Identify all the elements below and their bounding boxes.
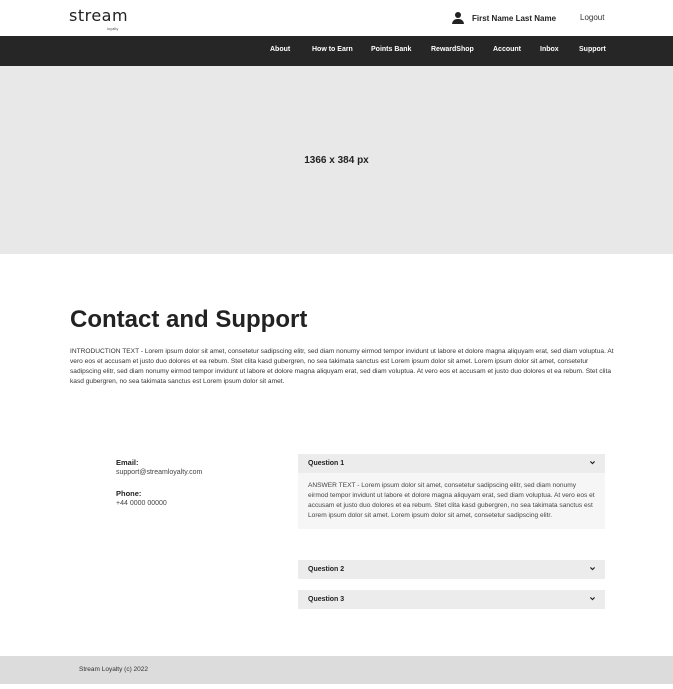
nav-support[interactable]: Support bbox=[579, 46, 606, 53]
contact-details: Email: support@streamloyalty.com Phone: … bbox=[116, 458, 202, 507]
footer: Stream Loyalty (c) 2022 bbox=[0, 656, 673, 684]
user-menu[interactable]: First Name Last Name bbox=[452, 12, 556, 24]
user-icon bbox=[452, 12, 464, 24]
faq-question-3: Question 3 bbox=[308, 596, 345, 603]
logo-tag: loyalty bbox=[107, 26, 119, 31]
user-name: First Name Last Name bbox=[472, 13, 557, 23]
faq-item-1: Question 1 ANSWER TEXT - Lorem ipsum dol… bbox=[298, 454, 605, 529]
faq-question-3-header[interactable]: Question 3 bbox=[298, 590, 605, 609]
nav-account[interactable]: Account bbox=[493, 46, 521, 53]
logo-word: stream bbox=[69, 6, 129, 25]
top-bar: stream loyalty First Name Last Name Logo… bbox=[0, 0, 673, 36]
nav-inbox[interactable]: Inbox bbox=[540, 46, 559, 53]
nav-rewardshop[interactable]: RewardShop bbox=[431, 46, 474, 53]
nav-about[interactable]: About bbox=[270, 46, 290, 53]
main-nav: About How to Earn Points Bank RewardShop… bbox=[0, 36, 673, 66]
phone-label: Phone: bbox=[116, 489, 142, 498]
nav-how-to-earn[interactable]: How to Earn bbox=[312, 46, 353, 53]
page: stream loyalty First Name Last Name Logo… bbox=[0, 0, 673, 689]
email-label: Email: bbox=[116, 458, 139, 467]
faq-question-2: Question 2 bbox=[308, 566, 345, 573]
faq-question-2-header[interactable]: Question 2 bbox=[298, 560, 605, 579]
phone-value[interactable]: +44 0000 00000 bbox=[116, 500, 202, 507]
chevron-down-icon bbox=[590, 461, 595, 465]
faq-question-1-header[interactable]: Question 1 bbox=[298, 454, 605, 473]
footer-copyright: Stream Loyalty (c) 2022 bbox=[79, 666, 149, 673]
chevron-down-icon bbox=[590, 567, 595, 571]
faq-item-2: Question 2 bbox=[298, 560, 605, 579]
faq-item-3: Question 3 bbox=[298, 590, 605, 609]
logout-link[interactable]: Logout bbox=[580, 13, 604, 22]
faq-answer-1: ANSWER TEXT - Lorem ipsum dolor sit amet… bbox=[298, 473, 605, 529]
intro-text: INTRODUCTION TEXT - Lorem ipsum dolor si… bbox=[70, 348, 614, 385]
email-value[interactable]: support@streamloyalty.com bbox=[116, 469, 202, 476]
hero-placeholder-label: 1366 x 384 px bbox=[304, 155, 369, 166]
page-title: Contact and Support bbox=[70, 306, 308, 333]
faq-question-1: Question 1 bbox=[308, 460, 345, 467]
faq-accordion: Question 1 ANSWER TEXT - Lorem ipsum dol… bbox=[298, 454, 605, 609]
logo[interactable]: stream loyalty bbox=[69, 6, 129, 31]
nav-points-bank[interactable]: Points Bank bbox=[371, 46, 411, 53]
hero-banner: 1366 x 384 px bbox=[0, 66, 673, 254]
chevron-down-icon bbox=[590, 597, 595, 601]
